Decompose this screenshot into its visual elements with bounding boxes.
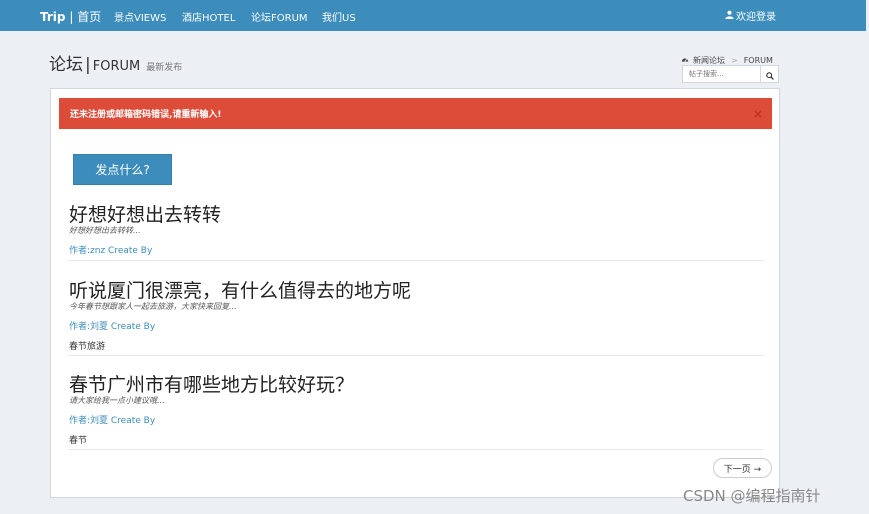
user-icon (725, 10, 734, 22)
new-post-button[interactable]: 发点什么? (73, 154, 172, 185)
topic-desc: 请大家给我一点小建议哦... (69, 396, 165, 405)
topic-author[interactable]: 作者:刘夏 Create By (69, 319, 763, 332)
page-title-main: 论坛 (49, 55, 83, 75)
search-icon (765, 65, 774, 84)
search-form (682, 65, 779, 83)
error-alert: 还未注册或邮箱密码错误,请重新输入! × (59, 98, 772, 129)
breadcrumb-divider: > (731, 56, 738, 65)
brand-home: 首页 (77, 10, 102, 24)
search-button[interactable] (760, 66, 778, 82)
topic-title[interactable]: 春节广州市有哪些地方比较好玩？ (69, 374, 763, 396)
brand[interactable]: Trip | 首页 (40, 8, 101, 25)
search-input[interactable] (683, 66, 760, 82)
topic-desc: 好想好想出去转转... (69, 226, 141, 235)
forum-content-box: 还未注册或邮箱密码错误,请重新输入! × 发点什么? 好想好想出去转转 好想好想… (50, 88, 780, 498)
login-link[interactable]: 欢迎登录 (725, 8, 776, 23)
nav-item-forum[interactable]: 论坛FORUM (251, 9, 308, 24)
brand-separator: | (69, 10, 74, 24)
topic-tag: 春节旅游 (69, 342, 106, 352)
page-title-separator: | (85, 55, 91, 75)
topic-title[interactable]: 听说厦门很漂亮，有什么值得去的地方呢 (69, 280, 763, 302)
brand-name: Trip (40, 10, 66, 24)
topic-item: 听说厦门很漂亮，有什么值得去的地方呢 今年春节想跟家人一起去旅游，大家快来回复.… (69, 280, 763, 352)
alert-message: 还未注册或邮箱密码错误,请重新输入! (70, 110, 222, 120)
topic-title[interactable]: 好想好想出去转转 (69, 204, 763, 226)
page-title-small: 最新发布 (146, 63, 183, 73)
divider (69, 260, 763, 261)
next-page-button[interactable]: 下一页 → (713, 458, 772, 478)
login-label: 欢迎登录 (736, 12, 776, 23)
topic-item: 春节广州市有哪些地方比较好玩？ 请大家给我一点小建议哦... 作者:刘夏 Cre… (69, 374, 763, 446)
nav-item-us[interactable]: 我们US (322, 9, 356, 24)
page-subtitle: FORUM (92, 59, 141, 74)
topic-author[interactable]: 作者:znz Create By (69, 243, 763, 256)
page-title: 论坛 | FORUM 最新发布 (49, 50, 182, 75)
divider (69, 449, 763, 450)
topic-tag: 春节 (69, 436, 88, 446)
topic-item: 好想好想出去转转 好想好想出去转转... 作者:znz Create By (69, 204, 763, 256)
dashboard-icon (681, 56, 689, 66)
watermark: CSDN @编程指南针 (683, 487, 821, 505)
nav-item-hotel[interactable]: 酒店HOTEL (182, 9, 235, 24)
divider (69, 355, 763, 356)
nav-item-views[interactable]: 景点VIEWS (114, 9, 166, 24)
alert-close-button[interactable]: × (753, 107, 763, 121)
top-navbar: Trip | 首页 景点VIEWS 酒店HOTEL 论坛FORUM 我们US 欢… (0, 0, 866, 31)
topic-desc: 今年春节想跟家人一起去旅游，大家快来回复... (69, 302, 237, 311)
topic-author[interactable]: 作者:刘夏 Create By (69, 413, 763, 426)
